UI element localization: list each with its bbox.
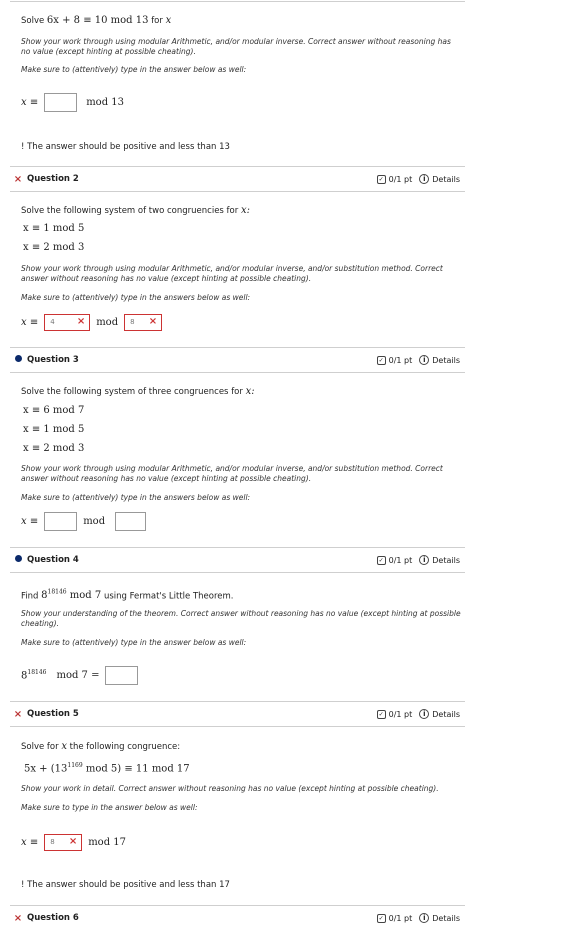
incorrect-icon: × [13,173,23,185]
q2-details-link[interactable]: Details [432,175,460,184]
q2-make-sure: Make sure to (attentively) type in the a… [21,293,251,302]
q3-eq3: x ≡ 2 mod 3 [23,443,85,454]
q1-warning: ! The answer should be positive and less… [21,142,230,152]
q3-answer-input[interactable] [44,512,78,531]
q3-eq2: x ≡ 1 mod 5 [23,424,85,435]
separator [10,166,465,167]
incorrect-icon: × [13,912,23,924]
q2-answer-input[interactable]: 4 × [44,314,91,331]
wrong-icon: × [68,836,78,847]
edit-icon: ✓ [376,174,386,184]
q1-prompt: Solve 6x + 8 ≡ 10 mod 13 for x [21,15,172,26]
wrong-icon: × [148,316,158,327]
q5-instructions: Show your work in detail. Correct answer… [21,784,439,793]
q1-answer-input[interactable] [44,93,78,112]
q6-header: × Question 6 ✓ 0/1 pt i Details [12,911,460,925]
edit-icon: ✓ [376,709,386,719]
edit-icon: ✓ [376,555,386,565]
q3-prompt: Solve the following system of three cong… [21,386,255,397]
info-icon[interactable]: i [419,555,430,565]
q4-score: 0/1 pt [388,555,413,565]
q3-header: Question 3 ✓ 0/1 pt i Details [12,353,460,367]
q2-header: × Question 2 ✓ 0/1 pt i Details [12,172,460,186]
q4-answer-row: 818146 mod 7 = [21,666,139,685]
q3-instructions: Show your work through using modular Ari… [21,464,443,483]
q3-mod-input[interactable] [115,512,147,531]
separator [10,547,465,548]
q5-header: × Question 5 ✓ 0/1 pt i Details [12,707,460,721]
q3-score: 0/1 pt [388,355,413,365]
q4-header: Question 4 ✓ 0/1 pt i Details [12,553,460,567]
q5-answer-row: x ≡ 8 × mod 17 [21,834,126,851]
q2-mod-input[interactable]: 8 × [124,314,163,331]
q2-eq1: x ≡ 1 mod 5 [23,223,85,234]
separator [10,1,465,2]
q5-details-link[interactable]: Details [432,710,460,719]
info-icon[interactable]: i [419,913,430,923]
q2-score: 0/1 pt [388,174,413,184]
separator [10,701,465,702]
q6-score: 0/1 pt [388,913,413,923]
q3-eq1: x ≡ 6 mod 7 [23,405,85,416]
q5-title: Question 5 [27,709,79,719]
incorrect-icon: × [13,708,23,720]
q5-score: 0/1 pt [388,709,413,719]
q4-details-link[interactable]: Details [432,556,460,565]
q1-answer-row: x ≡ mod 13 [21,93,124,112]
separator [10,372,465,373]
q2-eq2: x ≡ 2 mod 3 [23,242,85,253]
q5-prompt: Solve for x the following congruence: [21,741,181,752]
q2-prompt: Solve the following system of two congru… [21,205,250,216]
q6-title: Question 6 [27,913,79,923]
q5-answer-input[interactable]: 8 × [44,834,83,851]
q5-warning: ! The answer should be positive and less… [21,880,230,890]
q1-equation: 6x + 8 ≡ 10 mod 13 [46,15,149,26]
info-icon[interactable]: i [419,709,430,719]
edit-icon: ✓ [376,355,386,365]
separator [10,905,465,906]
q4-answer-input[interactable] [105,666,139,685]
separator [10,191,465,192]
edit-icon: ✓ [376,913,386,923]
wrong-icon: × [76,316,86,327]
separator [10,347,465,348]
q5-make-sure: Make sure to type in the answer below as… [21,803,198,812]
q4-title: Question 4 [27,555,79,565]
info-icon[interactable]: i [419,355,430,365]
separator [10,572,465,573]
q3-details-link[interactable]: Details [432,356,460,365]
q6-details-link[interactable]: Details [432,914,460,923]
info-icon[interactable]: i [419,174,430,184]
unanswered-dot-icon [14,555,22,562]
q2-instructions: Show your work through using modular Ari… [21,264,443,283]
q3-title: Question 3 [27,355,79,365]
q3-make-sure: Make sure to (attentively) type in the a… [21,493,251,502]
q2-title: Question 2 [27,174,79,184]
q3-answer-row: x ≡ mod [21,512,147,531]
unanswered-dot-icon [14,355,22,362]
q1-instructions: Show your work through using modular Ari… [21,37,451,56]
q4-prompt: Find 818146 mod 7 using Fermat's Little … [21,589,234,602]
q5-equation: 5x + (131169 mod 5) ≡ 11 mod 17 [24,762,190,775]
q4-instructions: Show your understanding of the theorem. … [21,609,461,628]
q1-make-sure: Make sure to (attentively) type in the a… [21,65,247,74]
q2-answer-row: x ≡ 4 × mod 8 × [21,314,163,331]
q4-make-sure: Make sure to (attentively) type in the a… [21,638,247,647]
separator [10,726,465,727]
